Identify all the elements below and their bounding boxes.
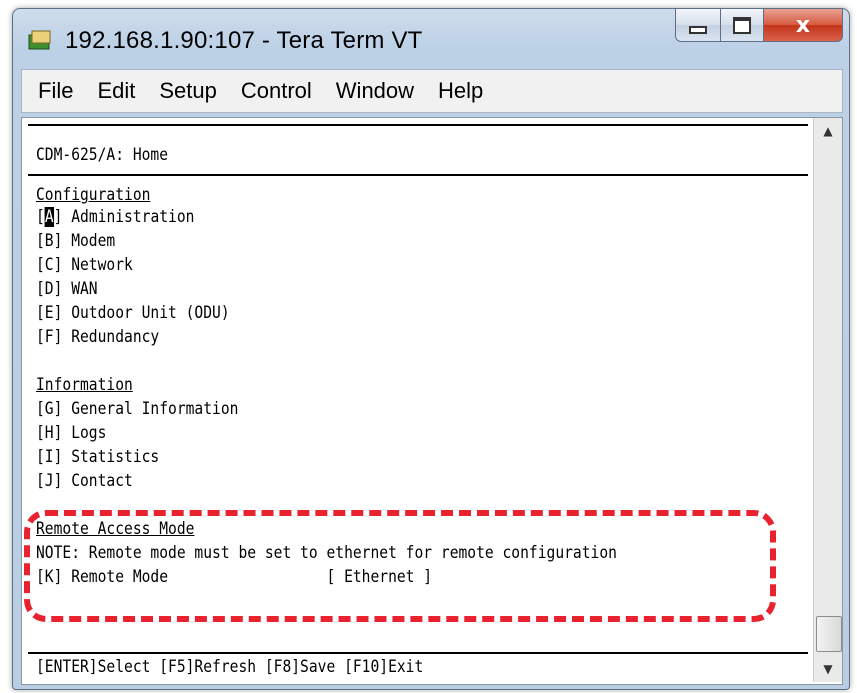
maximize-button[interactable] xyxy=(721,9,764,42)
separator-header xyxy=(28,174,808,176)
minimize-button[interactable] xyxy=(675,9,721,42)
screen-header: CDM-625/A: Home xyxy=(36,145,169,165)
menu-option-network[interactable]: [C] Network xyxy=(36,254,133,276)
menu-help[interactable]: Help xyxy=(436,76,485,106)
close-icon: x xyxy=(795,12,811,38)
separator-footer xyxy=(28,652,808,654)
administration-label: ] Administration xyxy=(53,207,195,227)
scroll-up-arrow-icon[interactable]: ▲ xyxy=(816,120,840,142)
information-heading: Information xyxy=(36,375,133,395)
close-button[interactable]: x xyxy=(764,9,843,42)
menu-window[interactable]: Window xyxy=(334,76,416,106)
menu-option-logs[interactable]: [H] Logs xyxy=(36,422,106,444)
cursor: A xyxy=(44,207,54,227)
menu-option-redundancy[interactable]: [F] Redundancy xyxy=(36,326,159,348)
menu-option-odu[interactable]: [E] Outdoor Unit (ODU) xyxy=(36,302,230,324)
scroll-down-arrow-icon[interactable]: ▼ xyxy=(816,658,840,680)
menu-bar: File Edit Setup Control Window Help xyxy=(21,69,843,113)
key-bracket: [ xyxy=(36,207,45,227)
minimize-icon xyxy=(689,26,707,34)
menu-setup[interactable]: Setup xyxy=(157,76,219,106)
menu-option-wan[interactable]: [D] WAN xyxy=(36,278,98,300)
menu-option-statistics[interactable]: [I] Statistics xyxy=(36,446,159,468)
key-help-footer: [ENTER]Select [F5]Refresh [F8]Save [F10]… xyxy=(36,657,424,677)
menu-control[interactable]: Control xyxy=(239,76,314,106)
title-bar[interactable]: 192.168.1.90:107 - Tera Term VT x xyxy=(13,9,849,67)
terminal-window: 192.168.1.90:107 - Tera Term VT x File E… xyxy=(12,8,850,690)
maximize-icon xyxy=(733,16,751,34)
menu-option-administration[interactable]: [A] Administration xyxy=(36,206,194,228)
separator-top xyxy=(28,124,808,126)
menu-file[interactable]: File xyxy=(36,76,75,106)
window-title: 192.168.1.90:107 - Tera Term VT xyxy=(65,27,423,54)
menu-edit[interactable]: Edit xyxy=(95,76,137,106)
configuration-heading: Configuration xyxy=(36,185,151,205)
window-controls: x xyxy=(675,9,843,43)
vertical-scrollbar[interactable]: ▲ ▼ xyxy=(813,118,842,682)
tera-term-icon xyxy=(28,30,51,50)
menu-option-contact[interactable]: [J] Contact xyxy=(36,470,133,492)
terminal-panel: CDM-625/A: Home Configuration [A] Admini… xyxy=(21,117,843,685)
scroll-thumb[interactable] xyxy=(816,616,842,652)
menu-option-modem[interactable]: [B] Modem xyxy=(36,230,115,252)
menu-option-general-information[interactable]: [G] General Information xyxy=(36,398,238,420)
highlight-box xyxy=(24,510,776,622)
terminal-screen[interactable]: CDM-625/A: Home Configuration [A] Admini… xyxy=(22,118,812,682)
